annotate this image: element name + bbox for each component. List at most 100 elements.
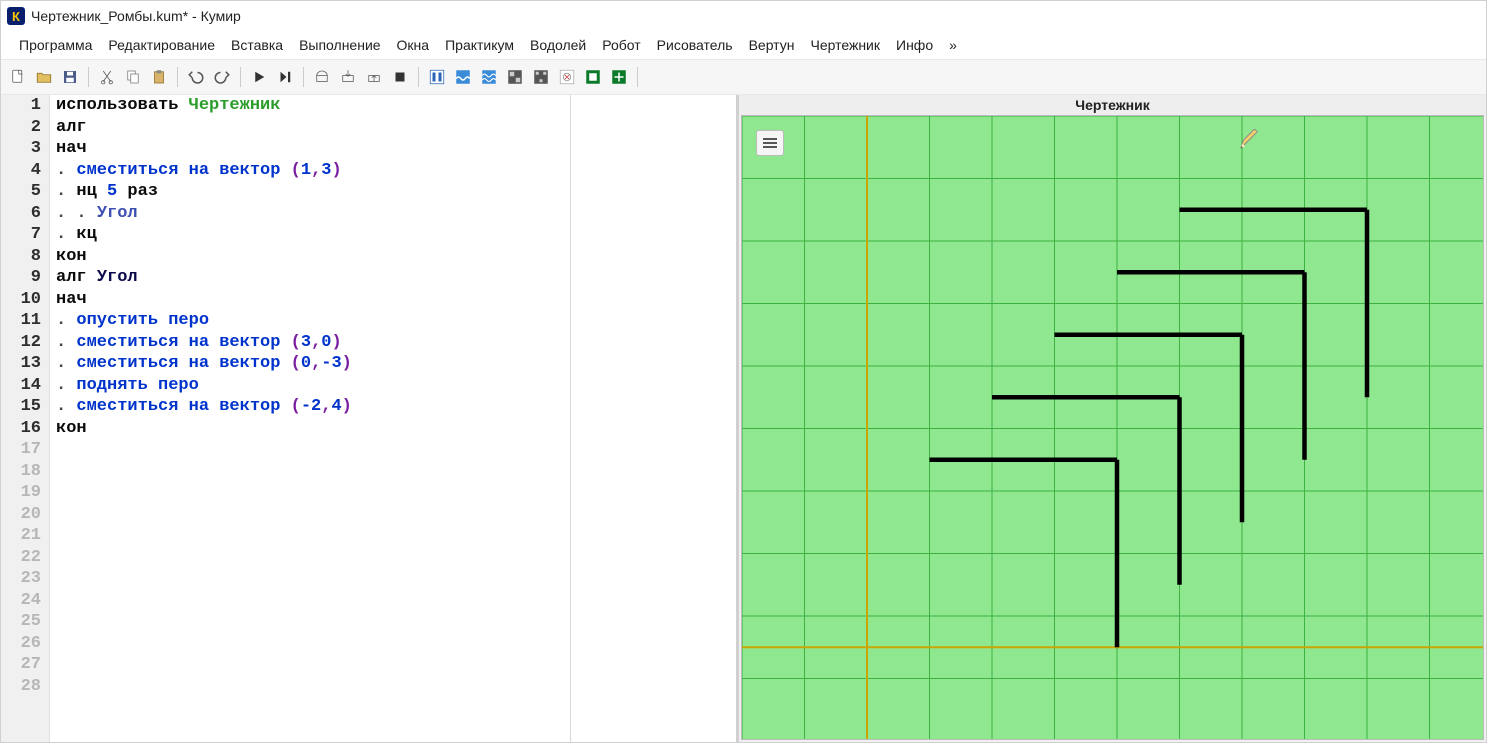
code-line[interactable]: . . Угол <box>50 203 570 225</box>
line-number: 13 <box>1 353 49 375</box>
menubar: ПрограммаРедактированиеВставкаВыполнение… <box>1 31 1486 60</box>
new-file-icon[interactable] <box>7 66 29 88</box>
toolbar <box>1 60 1486 95</box>
editor-extra-column <box>571 95 736 742</box>
code-line[interactable]: кон <box>50 418 570 440</box>
line-number: 9 <box>1 267 49 289</box>
line-number: 25 <box>1 611 49 633</box>
menu-1[interactable]: Редактирование <box>100 35 223 55</box>
step-into-icon[interactable] <box>337 66 359 88</box>
app-icon: К <box>7 7 25 25</box>
code-editor[interactable]: использовать Чертежникалгнач. сместиться… <box>50 95 571 742</box>
menu-2[interactable]: Вставка <box>223 35 291 55</box>
menu-10[interactable]: Чертежник <box>802 35 888 55</box>
code-line[interactable]: . кц <box>50 224 570 246</box>
toolbar-separator <box>240 67 241 87</box>
line-number: 7 <box>1 224 49 246</box>
pencil-icon <box>1238 129 1260 151</box>
menu-6[interactable]: Водолей <box>522 35 594 55</box>
code-line[interactable] <box>50 676 570 698</box>
actor-8-icon[interactable] <box>608 66 630 88</box>
actor-1-icon[interactable] <box>426 66 448 88</box>
code-line[interactable]: . сместиться на вектор (-2,4) <box>50 396 570 418</box>
canvas-menu-button[interactable] <box>756 130 784 156</box>
paste-icon[interactable] <box>148 66 170 88</box>
menu-9[interactable]: Вертун <box>741 35 803 55</box>
code-line[interactable] <box>50 504 570 526</box>
stop-icon[interactable] <box>389 66 411 88</box>
menu-5[interactable]: Практикум <box>437 35 522 55</box>
redo-icon[interactable] <box>211 66 233 88</box>
actor-5-icon[interactable] <box>530 66 552 88</box>
line-number: 3 <box>1 138 49 160</box>
window-title: Чертежник_Ромбы.kum* - Кумир <box>31 8 241 24</box>
step-out-icon[interactable] <box>363 66 385 88</box>
code-line[interactable] <box>50 439 570 461</box>
code-line[interactable]: алг <box>50 117 570 139</box>
code-line[interactable]: . сместиться на вектор (3,0) <box>50 332 570 354</box>
code-line[interactable] <box>50 590 570 612</box>
code-line[interactable] <box>50 482 570 504</box>
line-number-gutter: 1234567891011121314151617181920212223242… <box>1 95 50 742</box>
menu-3[interactable]: Выполнение <box>291 35 388 55</box>
code-line[interactable]: . опустить перо <box>50 310 570 332</box>
code-line[interactable]: . нц 5 раз <box>50 181 570 203</box>
actor-3-icon[interactable] <box>478 66 500 88</box>
app-icon-letter: К <box>12 9 20 24</box>
line-number: 21 <box>1 525 49 547</box>
actor-7-icon[interactable] <box>582 66 604 88</box>
code-line[interactable] <box>50 547 570 569</box>
code-line[interactable]: . сместиться на вектор (1,3) <box>50 160 570 182</box>
canvas-title: Чертежник <box>739 95 1486 115</box>
line-number: 12 <box>1 332 49 354</box>
cut-icon[interactable] <box>96 66 118 88</box>
save-file-icon[interactable] <box>59 66 81 88</box>
titlebar: К Чертежник_Ромбы.kum* - Кумир <box>1 1 1486 31</box>
line-number: 28 <box>1 676 49 698</box>
line-number: 20 <box>1 504 49 526</box>
code-line[interactable] <box>50 568 570 590</box>
code-line[interactable]: нач <box>50 138 570 160</box>
line-number: 17 <box>1 439 49 461</box>
code-line[interactable] <box>50 525 570 547</box>
code-line[interactable] <box>50 654 570 676</box>
line-number: 18 <box>1 461 49 483</box>
code-line[interactable] <box>50 611 570 633</box>
code-line[interactable] <box>50 633 570 655</box>
code-line[interactable]: нач <box>50 289 570 311</box>
run-icon[interactable] <box>248 66 270 88</box>
line-number: 5 <box>1 181 49 203</box>
actor-6-icon[interactable] <box>556 66 578 88</box>
line-number: 14 <box>1 375 49 397</box>
line-number: 4 <box>1 160 49 182</box>
line-number: 10 <box>1 289 49 311</box>
code-line[interactable]: . сместиться на вектор (0,-3) <box>50 353 570 375</box>
actor-4-icon[interactable] <box>504 66 526 88</box>
content-area: 1234567891011121314151617181920212223242… <box>1 95 1486 742</box>
menu-4[interactable]: Окна <box>389 35 438 55</box>
toolbar-separator <box>177 67 178 87</box>
code-line[interactable]: алг Угол <box>50 267 570 289</box>
menu-11[interactable]: Инфо <box>888 35 941 55</box>
code-line[interactable]: . поднять перо <box>50 375 570 397</box>
line-number: 23 <box>1 568 49 590</box>
undo-icon[interactable] <box>185 66 207 88</box>
menu-0[interactable]: Программа <box>11 35 100 55</box>
grid-svg <box>742 116 1483 739</box>
copy-icon[interactable] <box>122 66 144 88</box>
code-line[interactable] <box>50 461 570 483</box>
open-file-icon[interactable] <box>33 66 55 88</box>
actor-2-icon[interactable] <box>452 66 474 88</box>
menu-8[interactable]: Рисователь <box>649 35 741 55</box>
toolbar-separator <box>418 67 419 87</box>
menu-12[interactable]: » <box>941 35 965 55</box>
line-number: 8 <box>1 246 49 268</box>
line-number: 11 <box>1 310 49 332</box>
run-step-icon[interactable] <box>274 66 296 88</box>
step-over-icon[interactable] <box>311 66 333 88</box>
code-line[interactable]: использовать Чертежник <box>50 95 570 117</box>
drawing-canvas[interactable] <box>741 115 1484 740</box>
line-number: 24 <box>1 590 49 612</box>
code-line[interactable]: кон <box>50 246 570 268</box>
menu-7[interactable]: Робот <box>594 35 648 55</box>
